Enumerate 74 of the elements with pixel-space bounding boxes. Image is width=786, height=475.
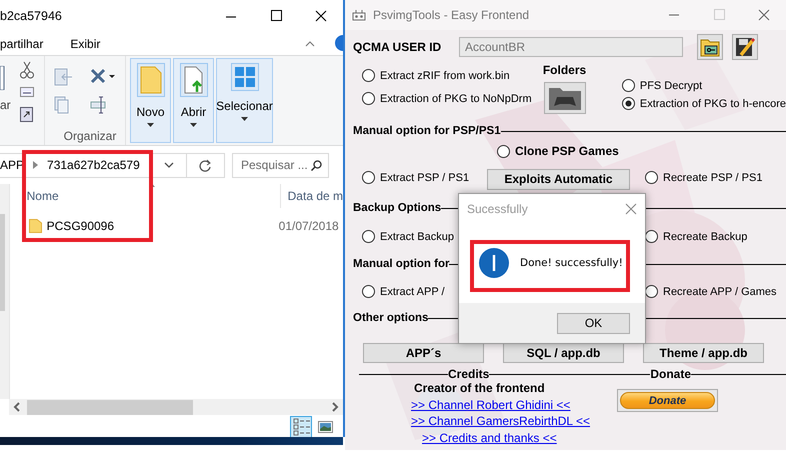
search-field[interactable]: Pesquisar ... xyxy=(232,152,329,178)
delete-icon[interactable] xyxy=(90,68,116,86)
collapse-ribbon-icon[interactable] xyxy=(305,41,315,47)
section-heading: Donate xyxy=(650,367,691,381)
ok-button[interactable]: OK xyxy=(557,312,630,334)
option-button[interactable]: APP´s xyxy=(363,343,484,363)
paste-shortcut-icon[interactable] xyxy=(20,105,33,122)
radio-label[interactable]: Extract APP / xyxy=(380,286,445,298)
search-icon xyxy=(311,160,322,170)
radio-label[interactable]: Clone PSP Games xyxy=(515,144,619,158)
save-button[interactable] xyxy=(732,34,758,60)
folders-button[interactable] xyxy=(544,82,586,114)
column-header[interactable]: Nome xyxy=(10,189,280,203)
dialog-message: Done! successfully! xyxy=(520,257,623,269)
section-label: Folders xyxy=(542,63,586,77)
file-name[interactable]: PCSG90096 xyxy=(46,219,114,233)
radio-label[interactable]: Extract zRIF from work.bin xyxy=(380,70,510,82)
info-icon xyxy=(479,248,509,278)
refresh-icon[interactable] xyxy=(199,158,211,172)
key-folder-button[interactable] xyxy=(697,34,723,60)
breadcrumb-item[interactable]: 731a627b2ca579 xyxy=(47,158,140,172)
ribbon-button[interactable]: Abrir xyxy=(173,58,214,143)
radio-label[interactable]: Extraction of PKG to NoNpDrm xyxy=(380,92,532,104)
group-label: Organizar xyxy=(62,129,116,143)
ribbon-button[interactable]: Novo xyxy=(130,58,171,143)
link[interactable]: >> Channel GamersRebirthDL << xyxy=(411,413,617,429)
section-heading: Manual option for PSP/PS1 xyxy=(353,125,501,137)
user-id-field[interactable]: AccountBR xyxy=(459,37,683,57)
rename-icon[interactable] xyxy=(90,96,108,114)
option-button[interactable]: Theme / app.db xyxy=(643,343,764,363)
horizontal-scrollbar[interactable] xyxy=(9,399,343,415)
chevron-icon xyxy=(33,161,38,169)
column-header[interactable]: Data de m xyxy=(280,184,343,208)
section-heading: Manual option for xyxy=(353,258,450,270)
document-icon xyxy=(182,66,204,94)
dropdown-icon[interactable] xyxy=(164,162,174,168)
link[interactable]: >> Credits and thanks << xyxy=(422,430,617,446)
exploits-button[interactable]: Exploits Automatic xyxy=(487,168,630,190)
radio-label[interactable]: PFS Decrypt xyxy=(640,80,702,92)
caret-icon xyxy=(241,117,248,121)
floppy-pencil-icon xyxy=(735,37,755,57)
section-heading: Credits xyxy=(448,367,490,381)
radio-label[interactable]: Extract Backup xyxy=(380,230,454,242)
ribbon-button[interactable]: Selecionar xyxy=(216,58,273,143)
details-view-button[interactable] xyxy=(290,416,312,437)
date-cell-text: 01/07/2018 xyxy=(278,219,339,233)
radio-label[interactable]: Recreate APP / Games xyxy=(663,286,777,298)
link[interactable]: >> Channel Robert Ghidini << xyxy=(411,397,617,413)
folder-icon xyxy=(140,66,162,94)
window-title: PsvimgTools - Easy Frontend xyxy=(372,8,530,22)
gamepad-icon xyxy=(351,8,367,22)
option-button[interactable]: SQL / app.db xyxy=(503,343,624,363)
copy-path-icon[interactable] xyxy=(20,87,34,97)
dialog-title: Sucessfully xyxy=(467,202,528,216)
donate-button[interactable]: Donate xyxy=(617,389,718,412)
window-title: b2ca57946 xyxy=(0,9,63,23)
grid-icon xyxy=(234,66,256,88)
scissors-icon[interactable] xyxy=(20,61,34,79)
caret-icon xyxy=(147,123,154,127)
field-label: QCMA USER ID xyxy=(353,40,442,54)
paste-button[interactable]: ar xyxy=(0,98,14,112)
credits-text: Creator of the frontend xyxy=(414,381,546,397)
folder-icon xyxy=(28,219,42,233)
caret-icon xyxy=(190,123,197,127)
ribbon-tab[interactable]: Exibir xyxy=(70,36,100,50)
radio-label[interactable]: Recreate PSP / PS1 xyxy=(663,172,762,184)
radio-label[interactable]: Recreate Backup xyxy=(663,230,748,242)
section-heading: Other options xyxy=(353,312,428,324)
section-heading: Backup Options xyxy=(353,202,442,214)
gamepad-folder-icon xyxy=(548,85,582,111)
ribbon-tab[interactable]: partilhar xyxy=(0,36,44,50)
radio-label[interactable]: Extraction of PKG to h-encore xyxy=(640,98,786,110)
radio-label[interactable]: Extract PSP / PS1 xyxy=(380,172,470,184)
key-folder-icon xyxy=(700,37,720,57)
